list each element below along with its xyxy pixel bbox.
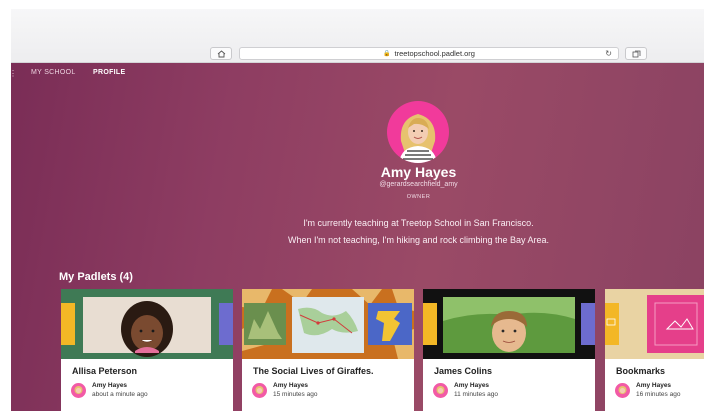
padlet-timestamp: 15 minutes ago — [273, 391, 318, 398]
author-name: Amy Hayes — [92, 382, 128, 389]
menu-icon[interactable]: ⋮ — [11, 69, 17, 78]
address-bar[interactable]: 🔒 treetopschool.padlet.org ↻ — [239, 47, 619, 60]
top-nav: ⋮ MY SCHOOL PROFILE — [11, 63, 704, 85]
author-name: Amy Hayes — [454, 382, 490, 389]
home-icon — [217, 49, 225, 57]
home-button[interactable] — [210, 47, 232, 60]
padlet-thumbnail — [423, 289, 595, 359]
padlet-thumbnail — [605, 289, 704, 359]
nav-my-school[interactable]: MY SCHOOL — [31, 69, 76, 76]
padlet-title: James Colins — [434, 366, 493, 376]
padlet-thumbnail — [61, 289, 233, 359]
author-avatar — [252, 383, 267, 398]
profile-name: Amy Hayes — [380, 164, 457, 180]
profile-role-badge: OWNER — [406, 194, 431, 200]
padlet-title: The Social Lives of Giraffes. — [253, 366, 374, 376]
profile-avatar[interactable] — [387, 101, 449, 163]
padlet-card[interactable]: Bookmarks Amy Hayes 16 minutes ago — [605, 289, 704, 411]
padlet-thumbnail — [242, 289, 414, 359]
padlet-timestamp: 16 minutes ago — [636, 391, 681, 398]
author-name: Amy Hayes — [636, 382, 672, 389]
padlet-card[interactable]: James Colins Amy Hayes 11 minutes ago — [423, 289, 595, 411]
my-padlets-heading: My Padlets (4) — [59, 271, 133, 283]
profile-bio-line-2: When I'm not teaching, I'm hiking and ro… — [287, 235, 550, 245]
lock-icon: 🔒 — [383, 51, 391, 57]
padlet-timestamp: about a minute ago — [92, 391, 148, 398]
author-name: Amy Hayes — [273, 382, 309, 389]
padlet-card[interactable]: Allisa Peterson Amy Hayes about a minute… — [61, 289, 233, 411]
padlet-timestamp: 11 minutes ago — [454, 391, 498, 398]
reload-icon[interactable]: ↻ — [605, 49, 612, 58]
browser-toolbar: 🔒 treetopschool.padlet.org ↻ — [11, 9, 704, 63]
tabs-icon — [632, 50, 640, 57]
profile-page: ⋮ MY SCHOOL PROFILE Amy Hayes @gerardsea… — [11, 63, 704, 411]
browser-window: 🔒 treetopschool.padlet.org ↻ ⋮ MY SCHOOL… — [11, 9, 704, 411]
author-avatar — [433, 383, 448, 398]
padlet-title: Allisa Peterson — [72, 366, 138, 376]
padlet-card[interactable]: The Social Lives of Giraffes. Amy Hayes … — [242, 289, 414, 411]
tabs-button[interactable] — [625, 47, 647, 60]
url-text: treetopschool.padlet.org — [394, 49, 475, 58]
nav-profile[interactable]: PROFILE — [93, 69, 125, 76]
author-avatar — [71, 383, 86, 398]
profile-bio-line-1: I'm currently teaching at Treetop School… — [303, 218, 534, 228]
profile-handle: @gerardsearchfield_amy — [379, 181, 458, 188]
author-avatar — [615, 383, 630, 398]
padlet-title: Bookmarks — [616, 366, 666, 376]
